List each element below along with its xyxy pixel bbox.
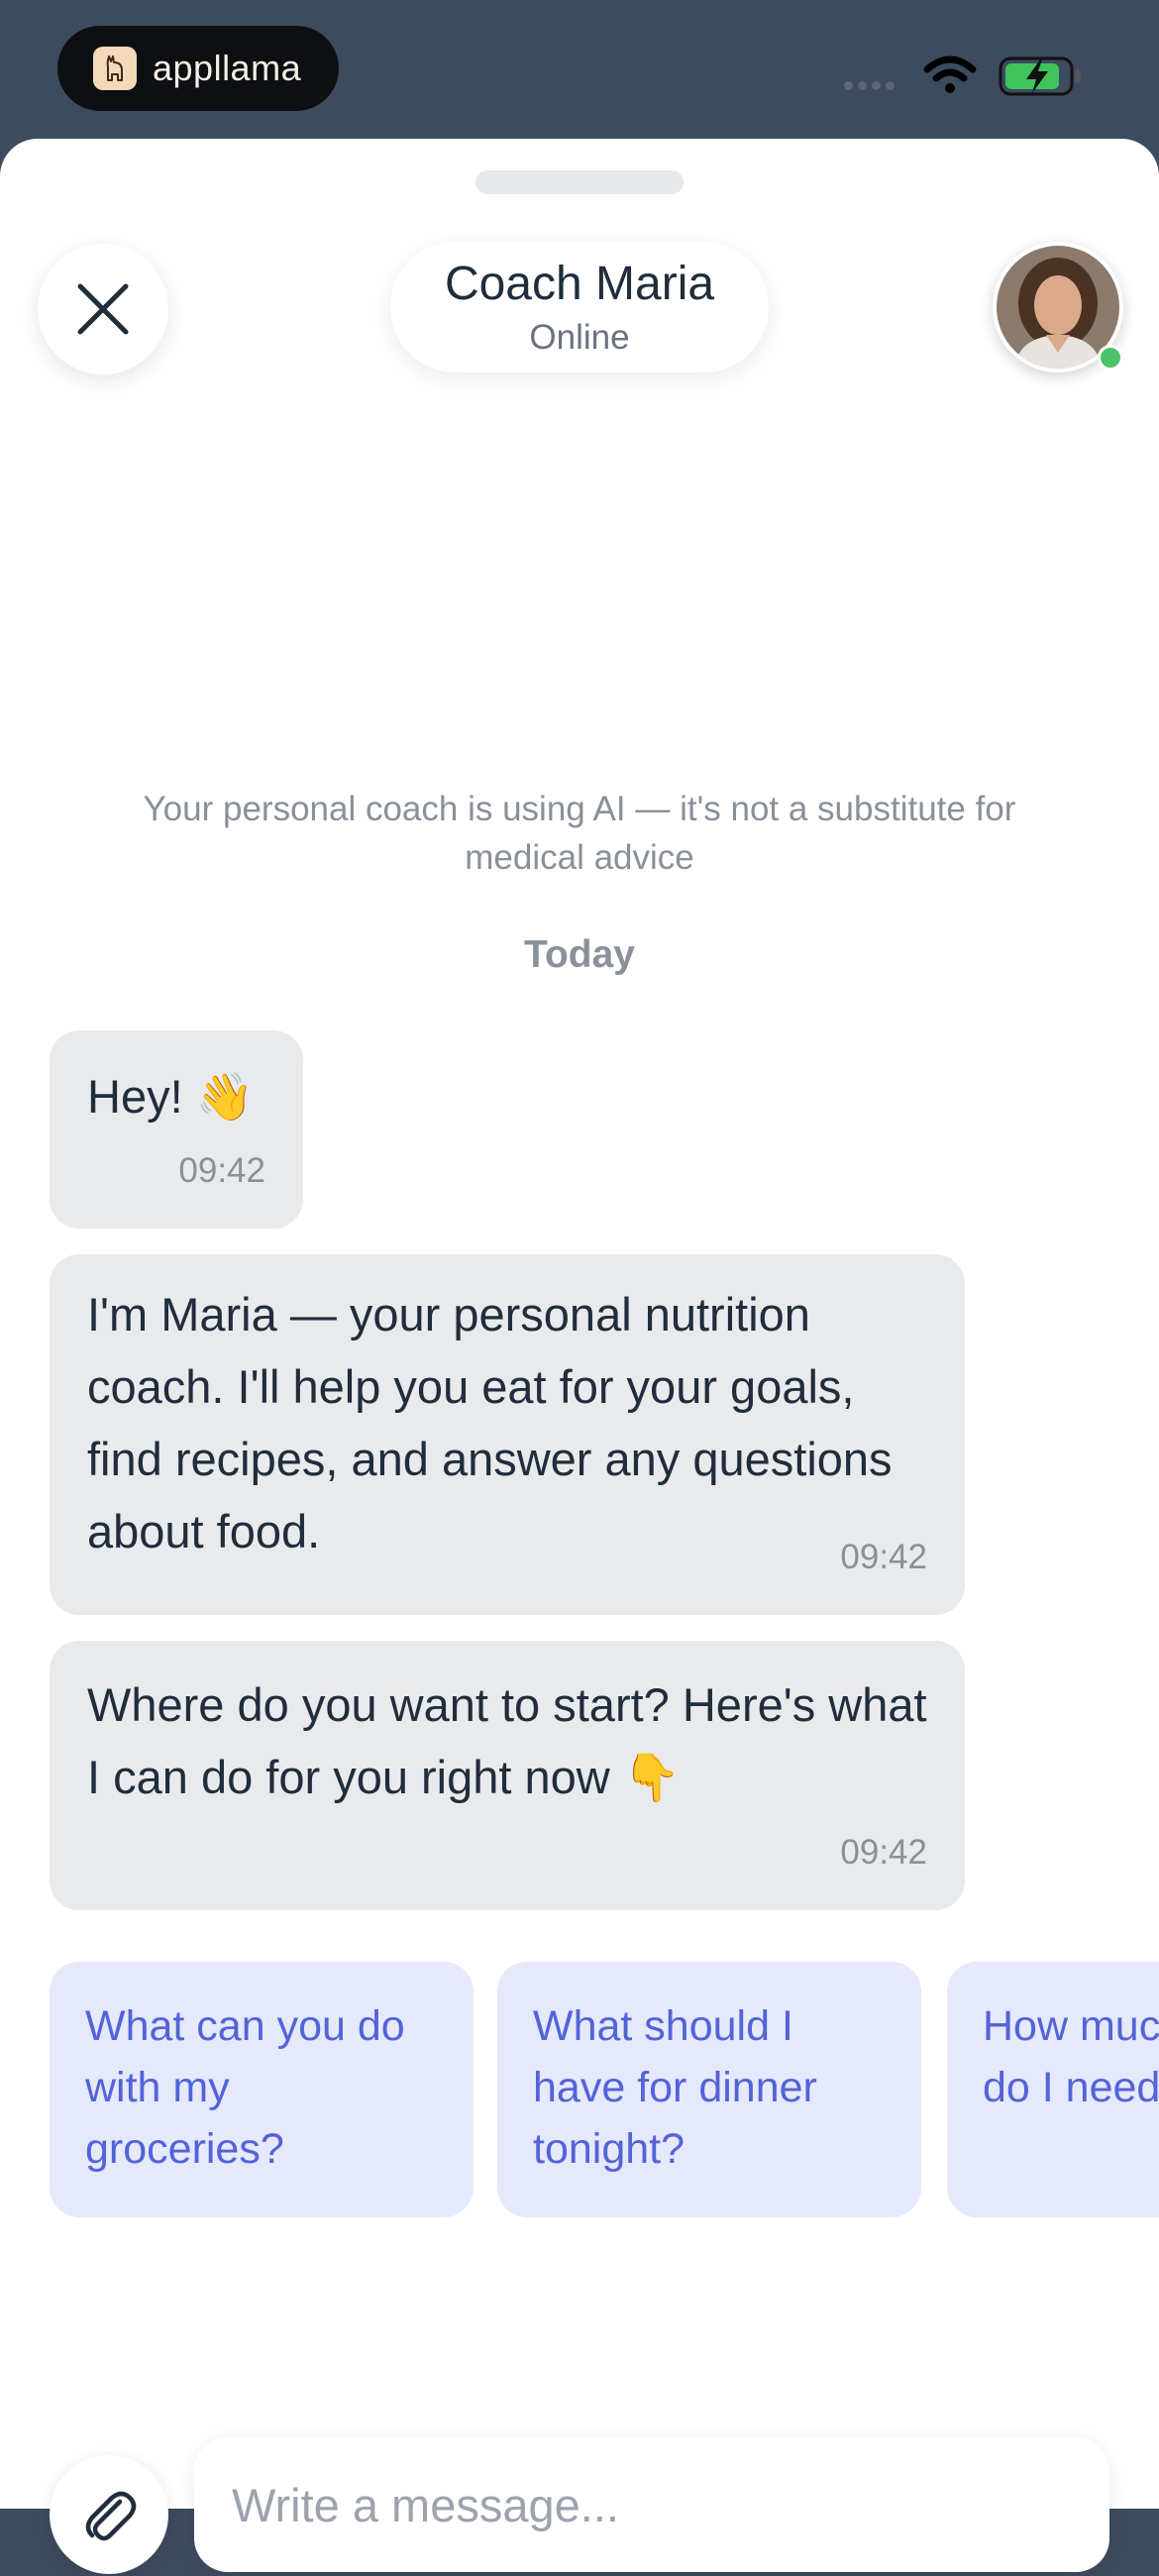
cellular-signal-icon (844, 81, 895, 90)
message-bubble: Where do you want to start? Here's what … (50, 1641, 965, 1910)
wifi-icon (923, 55, 977, 93)
paperclip-icon (85, 2491, 137, 2541)
message-bubble: Hey! 👋 09:42 (50, 1030, 303, 1229)
online-indicator (1098, 345, 1123, 371)
chat-sheet: Coach Maria Online Your personal coach i… (0, 139, 1159, 2574)
message-time: 09:42 (178, 1151, 265, 1190)
sheet-grabber[interactable] (475, 170, 684, 194)
coach-name: Coach Maria (444, 258, 715, 311)
suggestion-chip[interactable]: How much water do I need (947, 1962, 1159, 2217)
coach-avatar[interactable] (993, 242, 1123, 373)
close-button[interactable] (38, 244, 168, 375)
message-input[interactable] (194, 2437, 1109, 2572)
suggestion-chip[interactable]: What should I have for dinner tonight? (497, 1962, 921, 2217)
message-composer (0, 2437, 1159, 2576)
llama-logo-icon (93, 47, 137, 90)
close-icon (77, 283, 129, 335)
brand-badge: appllama (57, 26, 339, 111)
message-text: I'm Maria — your personal nutrition coac… (87, 1288, 893, 1557)
status-bar: appllama (0, 0, 1159, 139)
day-separator: Today (524, 933, 635, 976)
coach-header: Coach Maria Online (390, 242, 769, 373)
message-time: 09:42 (840, 1833, 927, 1872)
message-text: Hey! 👋 (87, 1070, 255, 1123)
attach-button[interactable] (50, 2455, 168, 2574)
coach-status: Online (529, 317, 630, 357)
message-bubble: I'm Maria — your personal nutrition coac… (50, 1254, 965, 1615)
message-text: Where do you want to start? Here's what … (87, 1678, 927, 1803)
brand-name: appllama (153, 48, 302, 88)
suggestion-chip[interactable]: What can you do with my groceries? (50, 1962, 474, 2217)
suggestion-carousel[interactable]: What can you do with my groceries? What … (0, 1962, 1159, 2219)
ai-disclaimer: Your personal coach is using AI — it's n… (143, 790, 1016, 877)
battery-charging-icon (999, 56, 1081, 96)
message-time: 09:42 (840, 1538, 927, 1576)
